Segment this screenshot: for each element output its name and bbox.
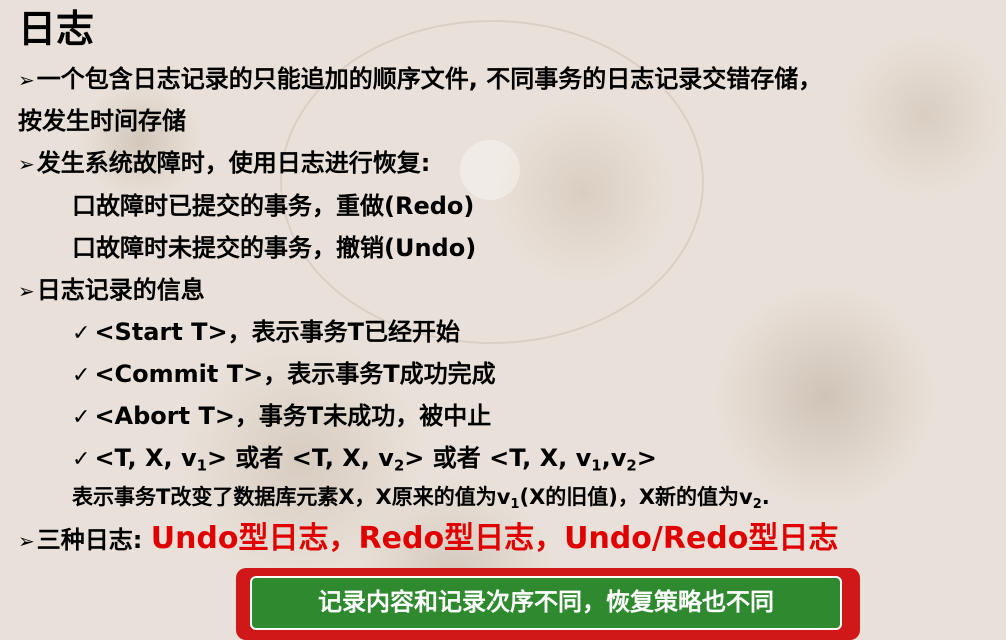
log-record-abort-text: <Abort T>，事务T未成功，被中止 [94, 402, 492, 430]
log-type-redo: Redo型日志 [358, 521, 535, 556]
check-mark-icon: ✓ [72, 405, 91, 430]
arrow-bullet-icon: ➢ [18, 529, 35, 553]
update-part-2: > 或者 <T, X, v [206, 444, 394, 472]
summary-banner: 记录内容和记录次序不同，恢复策略也不同 [236, 568, 860, 640]
update-part-1: <T, X, v [94, 444, 197, 472]
update-part-5: > [636, 444, 657, 472]
separator: ， [534, 521, 565, 556]
subscript: 1 [196, 456, 207, 475]
update-record-description: 表示事务T改变了数据库元素X，X原来的值为v1(X的旧值)，X新的值为v2. [72, 480, 770, 514]
sub-point-undo: 口故障时未提交的事务，撤销(Undo) [72, 231, 476, 265]
desc-part-3: . [761, 485, 770, 509]
subscript: 2 [626, 456, 637, 475]
log-record-abort: ✓ <Abort T>，事务T未成功，被中止 [72, 399, 491, 435]
desc-part-2: (X的旧值)，X新的值为v [519, 485, 753, 509]
log-record-commit: ✓ <Commit T>，表示事务T成功完成 [72, 357, 496, 393]
desc-part-1: 表示事务T改变了数据库元素X，X原来的值为v [72, 485, 511, 509]
log-record-start-text: <Start T>，表示事务T已经开始 [94, 318, 461, 346]
check-mark-icon: ✓ [72, 447, 91, 472]
subscript: 1 [591, 456, 602, 475]
bullet-point-4: ➢三种日志: Undo型日志，Redo型日志，Undo/Redo型日志 [18, 522, 838, 558]
bullet-point-3: ➢日志记录的信息 [18, 273, 205, 308]
arrow-bullet-icon: ➢ [18, 152, 35, 176]
bullet-point-1-continuation: 按发生时间存储 [18, 104, 186, 138]
log-record-update: ✓ <T, X, v1> 或者 <T, X, v2> 或者 <T, X, v1,v… [72, 441, 657, 477]
log-type-undo: Undo型日志 [150, 521, 329, 556]
log-record-start: ✓ <Start T>，表示事务T已经开始 [72, 315, 460, 351]
summary-banner-text: 记录内容和记录次序不同，恢复策略也不同 [250, 576, 842, 630]
subscript: 2 [752, 496, 762, 512]
bullet-point-1: ➢一个包含日志记录的只能追加的顺序文件, 不同事务的日志记录交错存储， [18, 62, 822, 97]
update-part-3: > 或者 <T, X, v [404, 444, 592, 472]
check-mark-icon: ✓ [72, 321, 91, 346]
log-type-undo-redo: Undo/Redo型日志 [564, 521, 839, 556]
sub-point-redo-text: 故障时已提交的事务，重做(Redo) [96, 192, 475, 220]
update-part-4: ,v [601, 444, 627, 472]
sub-point-redo: 口故障时已提交的事务，重做(Redo) [72, 189, 474, 223]
slide-title: 日志 [18, 7, 95, 51]
separator: ， [328, 521, 359, 556]
arrow-bullet-icon: ➢ [18, 68, 35, 92]
sub-point-undo-text: 故障时未提交的事务，撤销(Undo) [96, 234, 477, 262]
subscript: 2 [393, 456, 405, 475]
box-bullet-icon: 口 [72, 192, 96, 220]
bullet-point-4-label: 三种日志: [36, 526, 151, 554]
bullet-point-1-text-line2: 按发生时间存储 [18, 107, 186, 135]
bullet-point-1-text: 一个包含日志记录的只能追加的顺序文件, 不同事务的日志记录交错存储， [36, 65, 823, 93]
box-bullet-icon: 口 [72, 234, 96, 262]
check-mark-icon: ✓ [72, 363, 91, 388]
log-record-commit-text: <Commit T>，表示事务T成功完成 [94, 360, 496, 388]
bullet-point-2: ➢发生系统故障时，使用日志进行恢复: [18, 146, 430, 181]
arrow-bullet-icon: ➢ [18, 279, 35, 303]
bullet-point-3-text: 日志记录的信息 [36, 276, 205, 304]
bullet-point-2-text: 发生系统故障时，使用日志进行恢复: [36, 149, 431, 177]
